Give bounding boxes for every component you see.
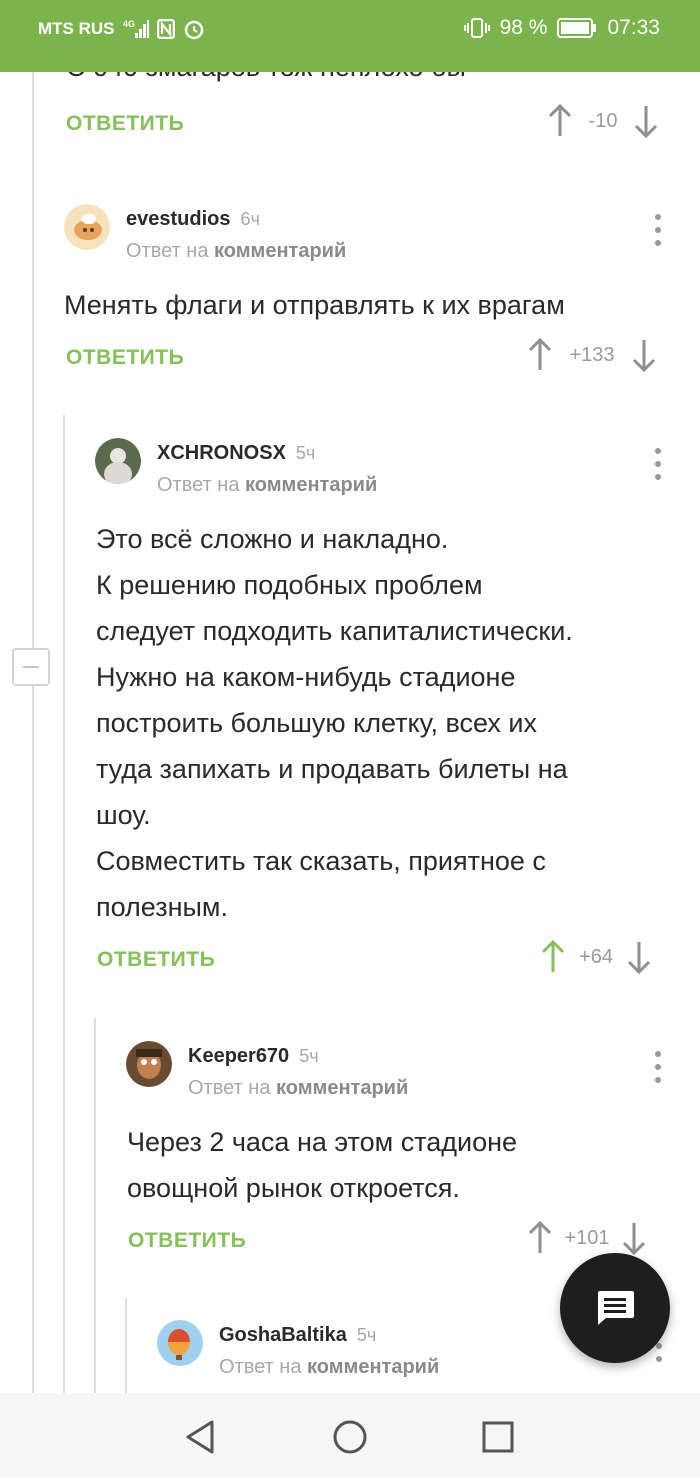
comment-line: Это всё сложно и накладно. bbox=[96, 524, 449, 554]
author-name[interactable]: XCHRONOSX bbox=[157, 442, 286, 464]
home-icon[interactable] bbox=[330, 1417, 370, 1457]
downvote-icon[interactable] bbox=[632, 338, 656, 372]
reply-target-link[interactable]: комментарий bbox=[245, 474, 377, 496]
nfc-icon bbox=[156, 19, 175, 39]
downvote-icon[interactable] bbox=[622, 1221, 646, 1255]
comment: Keeper670 5ч Ответ на комментарий Через 2… bbox=[126, 1041, 676, 1271]
vote-controls: +133 bbox=[528, 338, 656, 372]
comment-time: 6ч bbox=[240, 209, 260, 229]
comment-line: Совместить так сказать, приятное с bbox=[96, 846, 546, 876]
comment-body: Через 2 часа на этом стадионе овощной ры… bbox=[127, 1119, 677, 1211]
reply-to-line: Ответ на комментарий bbox=[126, 240, 346, 263]
avatar[interactable] bbox=[64, 204, 110, 250]
downvote-icon[interactable] bbox=[634, 104, 658, 138]
battery-percent: 98 % bbox=[499, 16, 548, 39]
reply-prefix: Ответ на bbox=[157, 474, 240, 496]
vote-controls: +64 bbox=[541, 940, 651, 974]
upvote-icon[interactable] bbox=[528, 338, 552, 372]
comment-actions: ОТВЕТИТЬ +133 bbox=[66, 338, 676, 378]
comment-body: Менять флаги и отправлять к их врагам bbox=[64, 282, 684, 328]
comment-time: 5ч bbox=[299, 1046, 319, 1066]
comment-line: Нужно на каком-нибудь стадионе bbox=[96, 662, 516, 692]
more-options-icon[interactable] bbox=[654, 1051, 662, 1083]
recents-icon[interactable] bbox=[478, 1417, 518, 1457]
upvote-icon[interactable] bbox=[548, 104, 572, 138]
new-comment-button[interactable] bbox=[560, 1253, 670, 1363]
comment-line: овощной рынок откроется. bbox=[127, 1173, 460, 1203]
reply-button[interactable]: ОТВЕТИТЬ bbox=[66, 112, 184, 136]
collapse-thread-button[interactable] bbox=[12, 648, 50, 686]
reply-to-line: Ответ на комментарий bbox=[157, 474, 377, 497]
more-options-icon[interactable] bbox=[654, 448, 662, 480]
thread-line bbox=[63, 415, 65, 1393]
reply-button[interactable]: ОТВЕТИТЬ bbox=[97, 948, 215, 972]
comment-line: Менять флаги и отправлять к их врагам bbox=[64, 290, 565, 320]
reply-to-line: Ответ на комментарий bbox=[188, 1077, 408, 1100]
comment-actions: ОТВЕТИТЬ +64 bbox=[97, 940, 677, 980]
comment-actions: ОТВЕТИТЬ +101 bbox=[128, 1221, 678, 1261]
score: +64 bbox=[579, 945, 613, 968]
more-options-icon[interactable] bbox=[654, 214, 662, 246]
battery-icon bbox=[557, 18, 597, 38]
back-icon[interactable] bbox=[180, 1417, 220, 1457]
comment-time: 5ч bbox=[356, 1325, 377, 1345]
thread-line bbox=[94, 1018, 96, 1393]
comment-line: туда запихать и продавать билеты на bbox=[96, 754, 568, 784]
upvote-icon[interactable] bbox=[528, 1221, 552, 1255]
reply-prefix: Ответ на bbox=[219, 1356, 302, 1378]
svg-text:4G: 4G bbox=[123, 19, 135, 29]
author-name[interactable]: Keeper670 bbox=[188, 1045, 289, 1067]
comment-line: полезным. bbox=[96, 892, 228, 922]
comment-line: следует подходить капиталистически. bbox=[96, 616, 573, 646]
author-name[interactable]: evestudios bbox=[126, 208, 230, 230]
comment-body: Это всё сложно и накладно. К решению под… bbox=[96, 516, 681, 930]
avatar[interactable] bbox=[157, 1320, 203, 1366]
reply-target-link[interactable]: комментарий bbox=[214, 240, 346, 262]
thread-line bbox=[125, 1298, 127, 1393]
vote-controls: +101 bbox=[528, 1221, 646, 1255]
reply-to-line: Ответ на комментарий bbox=[219, 1356, 439, 1379]
signal-icon: 4G bbox=[123, 19, 149, 39]
reply-target-link[interactable]: комментарий bbox=[307, 1356, 439, 1378]
comment-time: 5ч bbox=[295, 443, 316, 463]
comment-line: шоу. bbox=[96, 800, 151, 830]
downvote-icon[interactable] bbox=[627, 940, 651, 974]
reply-prefix: Ответ на bbox=[126, 240, 209, 262]
clock: 07:33 bbox=[607, 16, 660, 39]
vote-controls: -10 bbox=[548, 104, 658, 138]
navigation-bar bbox=[0, 1393, 700, 1478]
comment-icon bbox=[598, 1291, 634, 1325]
comment: evestudios 6ч Ответ на комментарий Менять… bbox=[64, 204, 674, 404]
carrier-label: MTS RUS bbox=[38, 19, 115, 38]
status-bar: MTS RUS 4G 98 % 07:33 bbox=[0, 0, 700, 72]
score: +133 bbox=[569, 343, 615, 366]
comment-line: Через 2 часа на этом стадионе bbox=[127, 1127, 518, 1157]
comment-line: К решению подобных проблем bbox=[96, 570, 483, 600]
author-name[interactable]: GoshaBaltika bbox=[219, 1324, 347, 1346]
reply-button[interactable]: ОТВЕТИТЬ bbox=[128, 1229, 246, 1253]
reply-button[interactable]: ОТВЕТИТЬ bbox=[66, 346, 184, 370]
avatar[interactable] bbox=[95, 438, 141, 484]
comment-line: построить большую клетку, всех их bbox=[96, 708, 537, 738]
reply-prefix: Ответ на bbox=[188, 1077, 271, 1099]
score: +101 bbox=[564, 1226, 610, 1249]
comment-actions: ОТВЕТИТЬ -10 bbox=[66, 104, 676, 144]
avatar[interactable] bbox=[126, 1041, 172, 1087]
reply-target-link[interactable]: комментарий bbox=[276, 1077, 408, 1099]
vibrate-icon bbox=[463, 17, 490, 39]
alarm-icon bbox=[183, 18, 205, 40]
score: -10 bbox=[588, 109, 618, 132]
upvote-icon-active[interactable] bbox=[541, 940, 565, 974]
thread-line bbox=[32, 72, 34, 1393]
comment: XCHRONOSX 5ч Ответ на комментарий Это всё… bbox=[95, 438, 675, 998]
